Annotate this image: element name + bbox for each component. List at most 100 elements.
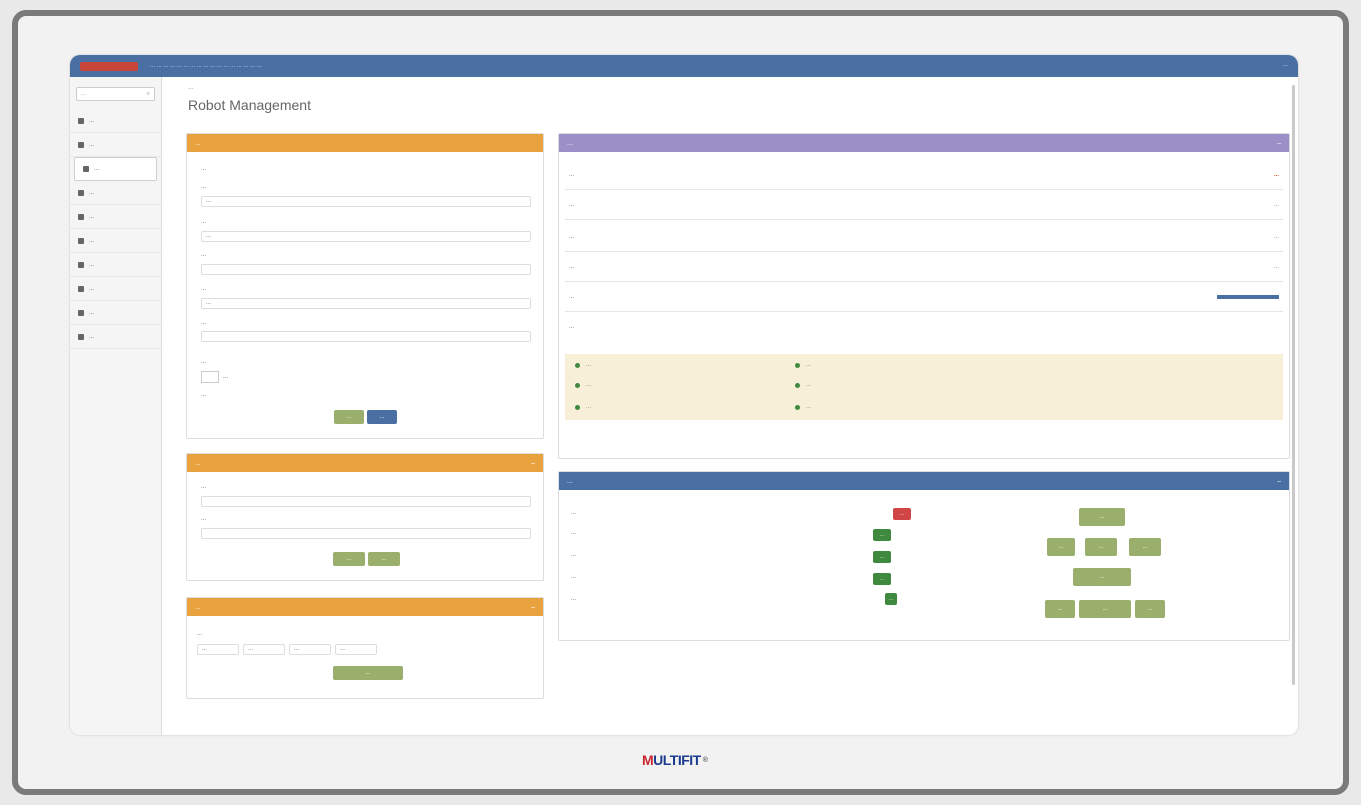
toggle-button[interactable]: ... <box>873 573 891 585</box>
status-row: ... <box>565 282 1283 312</box>
control-label: ... <box>571 574 577 580</box>
nav-icon <box>78 141 84 148</box>
collapse-icon[interactable]: – <box>531 604 535 611</box>
sidebar-item-9[interactable]: ... <box>70 301 161 325</box>
left-button[interactable]: ... <box>1047 538 1075 556</box>
text-field[interactable]: ... <box>201 231 531 242</box>
tip-item: ... <box>795 362 811 368</box>
tip-text: ... <box>806 382 812 388</box>
control-label: ... <box>571 552 577 558</box>
pause-button[interactable]: ... <box>1085 538 1117 556</box>
timer-input-2[interactable]: ... <box>243 644 285 655</box>
text-field[interactable]: ... <box>201 196 531 207</box>
timer-input-1[interactable]: ... <box>197 644 239 655</box>
bullet-icon <box>575 382 580 388</box>
timer-input-3[interactable]: ... <box>289 644 331 655</box>
registered-mark: ® <box>702 756 708 764</box>
tip-text: ... <box>586 362 592 368</box>
search-input[interactable]: ... ⌕ <box>76 87 155 101</box>
text-field[interactable] <box>201 331 531 342</box>
forward-button[interactable]: ... <box>1079 508 1125 526</box>
sidebar-item-7[interactable]: ... <box>70 253 161 277</box>
collapse-icon[interactable]: – <box>1277 478 1281 485</box>
toggle-button[interactable]: ... <box>885 593 897 605</box>
right-button[interactable]: ... <box>1129 538 1161 556</box>
reset-button[interactable]: ... <box>367 410 397 424</box>
status-label: ... <box>569 263 575 270</box>
robot-control-panel: ... – ... ... ... ... ... ... ... ... ...… <box>558 471 1290 641</box>
sidebar-item-1[interactable]: ... <box>70 109 161 133</box>
sidebar-item-10[interactable]: ... <box>70 325 161 349</box>
text-field[interactable]: ... <box>201 298 531 309</box>
bullet-icon <box>575 362 580 368</box>
bullet-icon <box>795 362 800 368</box>
sidebar-item-label: ... <box>89 237 95 244</box>
app-logo <box>80 61 138 71</box>
app-window: ... ... ... ... ... ... ... ... ... ... … <box>70 55 1298 735</box>
checkbox[interactable] <box>201 371 219 383</box>
wifi-name-input[interactable] <box>201 496 531 507</box>
panel-title: ... <box>567 139 573 147</box>
user-menu[interactable]: ... <box>1283 62 1288 68</box>
main-content: ... Robot Management ... ... ... ... ...… <box>174 77 1298 735</box>
sidebar-item-5[interactable]: ... <box>70 205 161 229</box>
collapse-icon[interactable]: – <box>1277 140 1281 147</box>
panel-title: ... <box>195 139 201 147</box>
panel-title: ... <box>195 603 201 611</box>
toggle-button[interactable]: ... <box>873 529 891 541</box>
wifi-password-input[interactable] <box>201 528 531 539</box>
status-label: ... <box>569 293 575 300</box>
panel-header: ... – <box>559 134 1289 152</box>
sidebar-item-6[interactable]: ... <box>70 229 161 253</box>
sidebar-item-label: ... <box>94 166 100 172</box>
checkbox-row[interactable]: ... <box>201 371 228 383</box>
status-row: ...... <box>565 222 1283 252</box>
cancel-button[interactable]: ... <box>368 552 400 566</box>
sidebar-item-label: ... <box>89 117 95 124</box>
status-value: ... <box>1273 233 1279 240</box>
text-field[interactable] <box>201 264 531 275</box>
nav-icon <box>83 166 89 172</box>
field-label: ... <box>201 484 207 490</box>
bullet-icon <box>795 382 800 388</box>
sidebar-item-robot-management[interactable]: ... <box>74 157 157 181</box>
scrollbar[interactable] <box>1292 85 1295 685</box>
set-timer-button[interactable]: ... <box>333 666 403 680</box>
timer-input-4[interactable]: ... <box>335 644 377 655</box>
panel-header: ... – <box>187 598 543 616</box>
toggle-button[interactable]: ... <box>873 551 891 563</box>
nav-icon <box>78 309 84 316</box>
field-label: ... <box>197 631 203 637</box>
brand-initial: M <box>642 752 654 768</box>
sidebar-item-label: ... <box>89 309 95 316</box>
nav-icon <box>78 261 84 268</box>
nav-icon <box>78 285 84 292</box>
collapse-icon[interactable]: – <box>531 460 535 467</box>
control-button[interactable]: ... <box>1079 600 1131 618</box>
status-value: ... <box>1273 201 1279 208</box>
panel-header: ... <box>187 134 543 152</box>
connect-button[interactable]: ... <box>333 552 365 566</box>
sidebar-item-4[interactable]: ... <box>70 181 161 205</box>
sidebar-item-8[interactable]: ... <box>70 277 161 301</box>
control-button[interactable]: ... <box>1135 600 1165 618</box>
field-label: ... <box>201 320 207 326</box>
save-button[interactable]: ... <box>334 410 364 424</box>
top-bar-text: ... ... ... ... ... ... ... ... ... ... … <box>150 63 262 69</box>
toggle-button[interactable]: ... <box>893 508 911 520</box>
panel-header: ... – <box>559 472 1289 490</box>
nav-icon <box>78 213 84 220</box>
status-row: ...... <box>565 252 1283 282</box>
sidebar-item-2[interactable]: ... <box>70 133 161 157</box>
network-panel: ... – ... ... ... ... <box>186 453 544 581</box>
backward-button[interactable]: ... <box>1073 568 1131 586</box>
bullet-icon <box>795 404 800 410</box>
tip-item: ... <box>795 404 811 410</box>
status-row: ...... <box>565 190 1283 220</box>
sidebar-item-label: ... <box>89 141 95 148</box>
breadcrumb[interactable]: ... <box>188 85 193 91</box>
status-label: ... <box>569 324 575 330</box>
sidebar-item-label: ... <box>89 285 95 292</box>
control-button[interactable]: ... <box>1045 600 1075 618</box>
top-bar: ... ... ... ... ... ... ... ... ... ... … <box>70 55 1298 77</box>
